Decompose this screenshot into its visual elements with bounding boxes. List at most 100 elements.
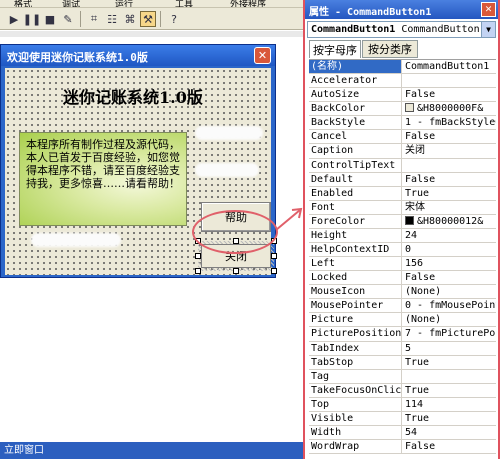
resize-handle[interactable]: [195, 253, 201, 259]
immediate-window-bar[interactable]: 立即窗口: [0, 442, 303, 459]
property-row[interactable]: Accelerator: [309, 74, 496, 89]
menu-addins[interactable]: 外接程序: [230, 0, 266, 7]
property-row[interactable]: ForeColor &H80000012&: [309, 214, 496, 229]
property-value-text: CommandButton1: [405, 61, 490, 72]
toolbox-icon[interactable]: ⚒: [140, 11, 156, 27]
close-icon[interactable]: ✕: [254, 47, 271, 64]
property-row[interactable]: MouseIcon (None): [309, 285, 496, 300]
property-value[interactable]: 5: [402, 342, 496, 355]
property-value[interactable]: False: [402, 173, 496, 186]
close-icon[interactable]: ✕: [481, 2, 496, 17]
property-row[interactable]: TakeFocusOnClick True: [309, 383, 496, 398]
property-row[interactable]: Cancel False: [309, 130, 496, 145]
property-value-text: 24: [405, 229, 418, 241]
property-row[interactable]: Picture (None): [309, 313, 496, 328]
property-row[interactable]: Caption 关闭: [309, 144, 496, 159]
property-row[interactable]: MousePointer 0 - fmMousePoint: [309, 299, 496, 314]
resize-handle[interactable]: [271, 253, 277, 259]
property-value[interactable]: 54: [402, 426, 496, 439]
property-name: PicturePosition: [311, 327, 402, 341]
stop-icon[interactable]: ■: [42, 11, 58, 27]
property-value[interactable]: False: [402, 440, 496, 453]
properties-icon[interactable]: ☷: [104, 11, 120, 27]
property-value[interactable]: (None): [402, 313, 496, 326]
property-value[interactable]: 7 - fmPicturePos: [402, 327, 496, 340]
property-row[interactable]: PicturePosition 7 - fmPicturePos: [309, 327, 496, 342]
menu-bar: 格式 调试 运行 工具 外接程序: [0, 0, 303, 8]
property-row[interactable]: Width 54: [309, 426, 496, 441]
property-value[interactable]: 宋体: [402, 201, 496, 214]
run-icon[interactable]: ▶: [6, 11, 22, 27]
property-value[interactable]: 0 - fmMousePoint: [402, 299, 496, 312]
property-name: Default: [309, 172, 402, 186]
property-row[interactable]: Enabled True: [309, 186, 496, 201]
property-value[interactable]: True: [402, 384, 496, 397]
tab-categorized[interactable]: 按分类序: [362, 40, 418, 58]
property-row[interactable]: BackStyle 1 - fmBackStyleO: [309, 116, 496, 131]
property-name: (名称): [309, 60, 402, 74]
property-value[interactable]: &H8000000F&: [402, 102, 496, 115]
property-row[interactable]: WordWrap False: [309, 440, 496, 455]
chevron-down-icon[interactable]: ▼: [481, 22, 495, 37]
property-value-text: 7 - fmPicturePos: [405, 328, 496, 340]
property-value[interactable]: (None): [402, 285, 496, 298]
property-value[interactable]: False: [402, 130, 496, 143]
property-value[interactable]: [402, 370, 496, 383]
property-value-text: True: [405, 187, 430, 199]
resize-handle[interactable]: [233, 268, 239, 274]
object-browser-icon[interactable]: ⌘: [122, 11, 138, 27]
menu-run[interactable]: 运行: [115, 0, 133, 7]
property-row[interactable]: Locked False: [309, 271, 496, 286]
property-value[interactable]: [402, 74, 496, 87]
property-value[interactable]: True: [402, 356, 496, 369]
property-value[interactable]: False: [402, 88, 496, 101]
property-row[interactable]: AutoSize False: [309, 88, 496, 103]
property-value[interactable]: 1 - fmBackStyleO: [402, 116, 496, 129]
properties-title: 属性 - CommandButton1: [309, 7, 432, 18]
property-value[interactable]: &H80000012&: [402, 215, 496, 228]
property-value-text: True: [405, 412, 430, 424]
menu-debug[interactable]: 调试: [62, 0, 80, 7]
property-value[interactable]: CommandButton1: [402, 60, 496, 73]
property-value[interactable]: True: [402, 412, 496, 425]
help-icon[interactable]: ?: [166, 11, 182, 27]
property-value[interactable]: 0: [402, 243, 496, 256]
property-value-text: 54: [405, 427, 418, 439]
standard-toolbar: ▶ ❚❚ ■ ✎ ⌗ ☷ ⌘ ⚒ ?: [0, 8, 303, 30]
property-row[interactable]: Top 114: [309, 397, 496, 412]
object-select[interactable]: CommandButton1 CommandButton ▼: [307, 21, 496, 38]
form-titlebar[interactable]: 欢迎使用迷你记账系统1.0版 ✕: [1, 45, 275, 66]
property-name: BackColor: [309, 102, 402, 116]
pause-icon[interactable]: ❚❚: [23, 11, 41, 27]
property-row[interactable]: ControlTipText: [309, 158, 496, 173]
property-row[interactable]: HelpContextID 0: [309, 243, 496, 258]
property-row[interactable]: Font 宋体: [309, 200, 496, 215]
property-row[interactable]: Height 24: [309, 228, 496, 244]
property-value[interactable]: 114: [402, 398, 496, 411]
property-row[interactable]: BackColor &H8000000F&: [309, 102, 496, 117]
menu-format[interactable]: 格式: [14, 0, 32, 7]
property-row[interactable]: Visible True: [309, 411, 496, 427]
property-row[interactable]: (名称) CommandButton1: [309, 60, 496, 75]
property-name: Height: [309, 228, 402, 243]
property-row[interactable]: Tag: [309, 369, 496, 384]
resize-handle[interactable]: [271, 268, 277, 274]
property-value[interactable]: [402, 159, 496, 172]
resize-handle[interactable]: [195, 268, 201, 274]
toolbar-separator: [160, 11, 161, 27]
property-value[interactable]: 关闭: [402, 144, 496, 157]
property-value-text: 宋体: [405, 201, 425, 213]
property-value[interactable]: 156: [402, 257, 496, 270]
tab-alphabetic[interactable]: 按字母序: [309, 40, 361, 58]
property-row[interactable]: Default False: [309, 172, 496, 187]
property-value[interactable]: 24: [402, 229, 496, 242]
menu-tools[interactable]: 工具: [175, 0, 193, 7]
property-value[interactable]: False: [402, 271, 496, 284]
property-row[interactable]: Left 156: [309, 257, 496, 272]
property-row[interactable]: TabIndex 5: [309, 341, 496, 356]
property-value[interactable]: True: [402, 187, 496, 200]
design-mode-icon[interactable]: ✎: [60, 11, 76, 27]
properties-titlebar[interactable]: 属性 - CommandButton1 ✕: [305, 0, 498, 19]
project-explorer-icon[interactable]: ⌗: [86, 11, 102, 27]
property-row[interactable]: TabStop True: [309, 355, 496, 370]
